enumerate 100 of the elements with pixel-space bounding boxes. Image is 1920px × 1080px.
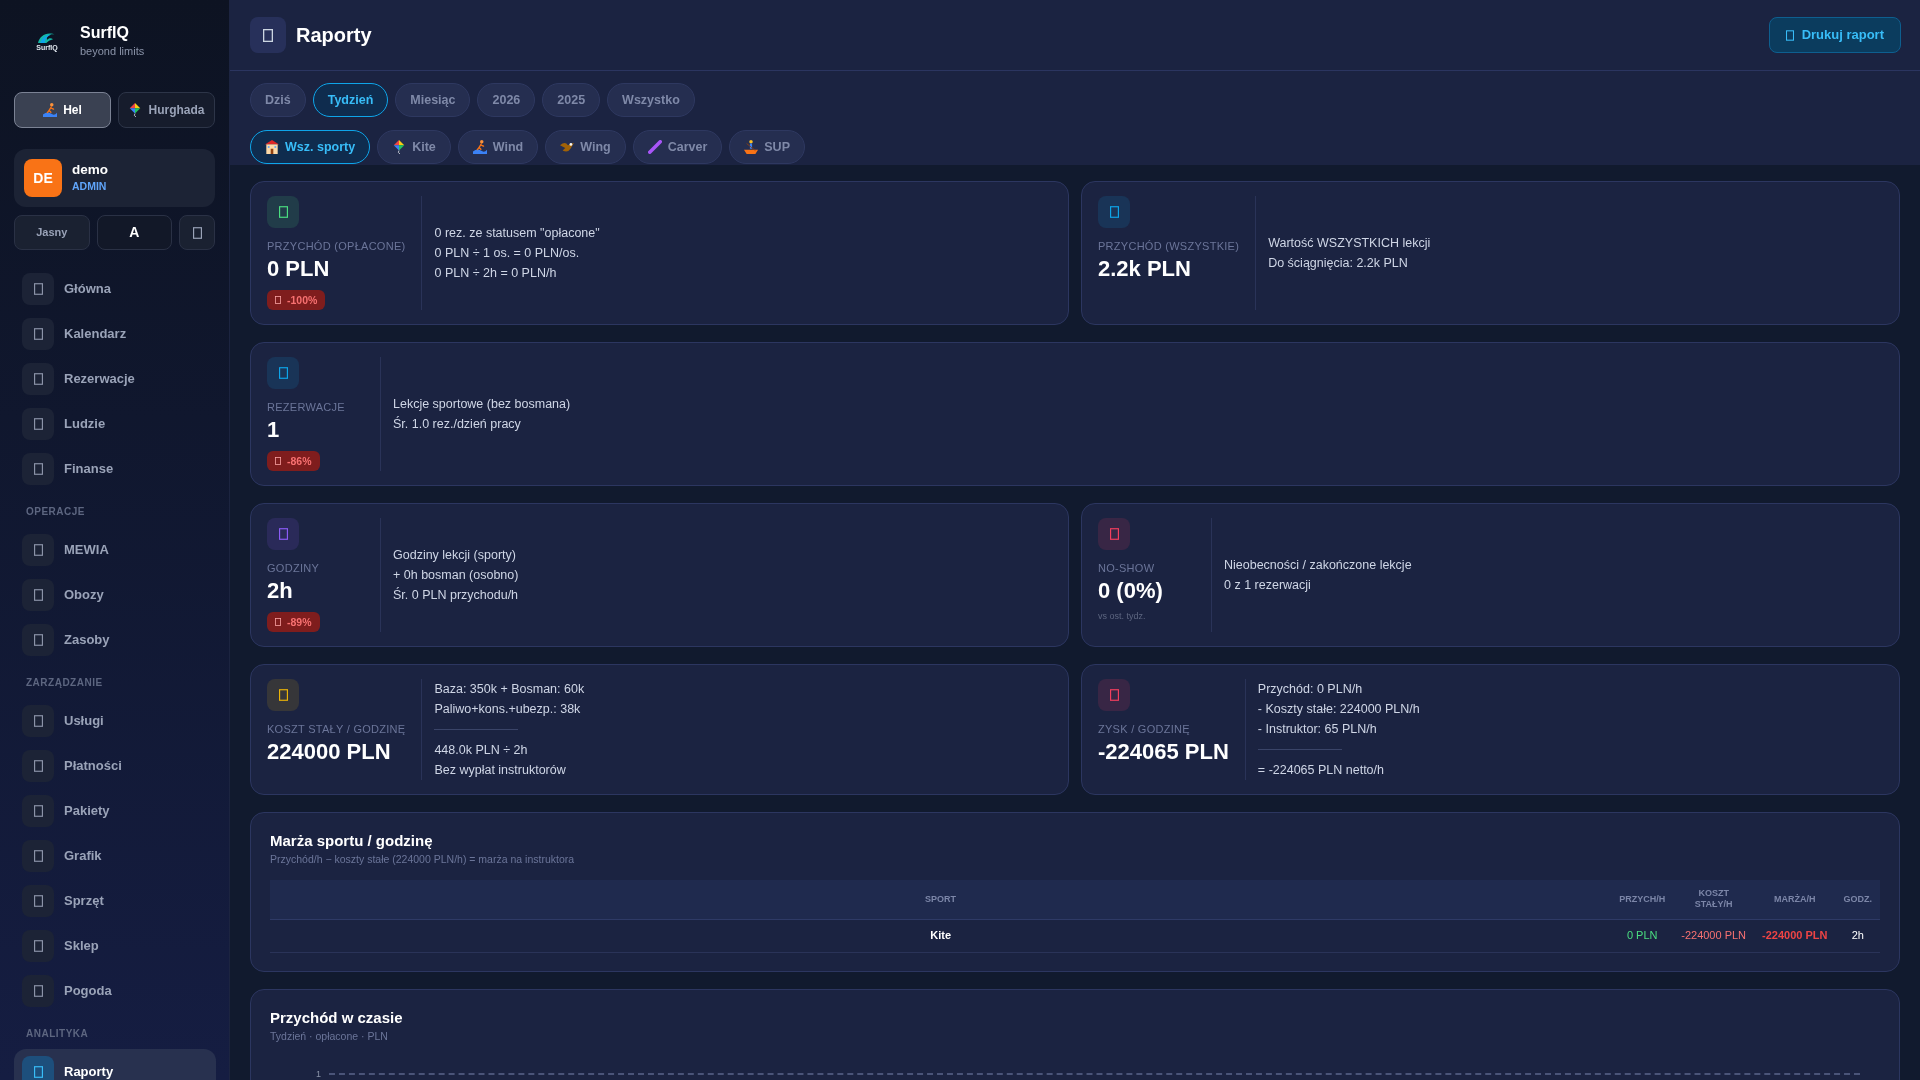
building-icon [265,140,279,154]
nav-item[interactable]: Raporty [14,1049,216,1080]
detail-line: Bez wypłat instruktorów [434,762,567,779]
rectangle-icon [22,623,54,656]
filter-chip[interactable]: Carver [632,130,723,164]
table-cell: -224000 PLN [1673,919,1755,952]
detail-line: Śr. 0 PLN przychodu/h [393,586,519,604]
detail-line: 0 PLN ÷ 2h = 0 PLN/h [434,265,558,282]
section-heading: ANALITYKA [25,1027,90,1041]
rectangle-icon [22,317,54,350]
section-heading: OPERACJE [25,505,86,519]
chart-subtitle: Tydzień · opłacone · PLN [270,1028,389,1044]
rectangle-icon [22,794,54,827]
location-button[interactable]: Hel [14,92,111,128]
rectangle-icon [22,974,54,1007]
table-cell: -224000 PLN [1754,919,1836,952]
nav-item[interactable]: MEWIA [14,527,216,572]
rectangle-icon [22,578,54,611]
nav-item[interactable]: Usługi [14,698,216,743]
rectangle-icon [275,296,281,304]
column-header: MARŻA/H [1754,880,1836,919]
filter-chip[interactable]: Wszystko [607,83,695,117]
filter-chip[interactable]: 2025 [542,83,601,117]
kite-icon [128,103,143,117]
detail-line: Przychód: 0 PLN/h [1257,681,1364,698]
stat-label: GODZINY [267,561,320,576]
filter-chip[interactable]: Wing [545,130,626,164]
rectangle-icon [1785,29,1794,41]
theme-button[interactable]: A [96,215,173,250]
rectangle-icon [22,704,54,737]
filter-chip[interactable]: Wind [457,130,539,164]
nav-item[interactable]: Grafik [14,833,216,878]
nav-item[interactable]: Kalendarz [14,311,216,356]
stat-label: ZYSK / GODZINĘ [1098,722,1190,737]
nav-item[interactable]: Płatności [14,743,216,788]
filter-chip[interactable]: SUP [729,130,805,164]
nav-item[interactable]: Pogoda [14,968,216,1013]
nav-item[interactable]: Sprzęt [14,878,216,923]
stat-value: 2h [267,577,293,605]
column-header: PRZYCH/H [1611,880,1674,919]
detail-line: Godziny lekcji (sporty) [393,547,517,564]
column-header: SPORT [270,880,1612,919]
detail-line: Lekcje sportowe (bez bosmana) [393,396,571,413]
stat-value: 1 [267,416,280,444]
stat-label: PRZYCHÓD (WSZYSTKIE) [1098,239,1240,254]
stat-label: PRZYCHÓD (OPŁACONE) [267,239,406,254]
location-button[interactable]: Hurghada [118,92,215,128]
user-role: ADMIN [72,179,108,194]
rectangle-icon [22,452,54,485]
detail-line: 0 rez. ze statusem "opłacone" [434,225,600,242]
rectangle-icon [22,362,54,395]
nav-item[interactable]: Obozy [14,572,216,617]
theme-button[interactable]: Jasny [14,215,90,250]
surfer-icon [472,140,487,154]
stat-value: 224000 PLN [267,738,391,766]
stat-label: KOSZT STAŁY / GODZINĘ [267,722,406,737]
nav-item[interactable]: Finanse [14,446,216,491]
nav-item[interactable]: Rezerwacje [14,356,216,401]
bird-icon [560,140,575,154]
filter-chip[interactable]: Kite [377,130,451,164]
rectangle-icon [22,749,54,782]
table-cell: 0 PLN [1611,919,1674,952]
filter-chip[interactable]: Wsz. sporty [250,130,371,164]
detail-line: - Koszty stałe: 224000 PLN/h [1257,701,1420,718]
stat-value: 0 PLN [267,255,330,283]
icon-button[interactable] [179,215,215,250]
kite-icon [392,140,407,154]
rectangle-icon [22,929,54,962]
filter-chip[interactable]: Miesiąc [395,83,471,117]
detail-line: 0 z 1 rezerwacji [1224,577,1312,594]
rectangle-icon [22,1055,54,1080]
rectangle-icon [275,618,281,626]
axis-tick-label: 1 [316,1068,321,1079]
detail-line: Baza: 350k + Bosman: 60k [434,681,585,698]
detail-line: = -224065 PLN netto/h [1257,762,1385,779]
table-cell: 2h [1835,919,1880,952]
nav-item[interactable]: Sklep [14,923,216,968]
table-cell: Kite [270,919,1612,952]
print-button[interactable]: Drukuj raport [1768,17,1901,53]
filter-chip[interactable]: Dziś [250,83,306,117]
rectangle-icon [22,839,54,872]
surfer-icon [43,103,58,117]
brand-name: SurfIQ [80,23,130,43]
rectangle-icon [250,17,286,53]
nav-item[interactable]: Główna [14,266,216,311]
filter-chip[interactable]: 2026 [477,83,536,117]
rectangle-icon [22,407,54,440]
avatar-initials: DE [24,159,62,197]
rectangle-icon [22,533,54,566]
detail-line: + 0h bosman (osobno) [393,567,519,584]
nav-item[interactable]: Ludzie [14,401,216,446]
filter-chip[interactable]: Tydzień [312,83,389,117]
delta-value: -89% [287,615,312,630]
nav-item[interactable]: Pakiety [14,788,216,833]
delta-value: -100% [287,293,318,308]
nav-item[interactable]: Zasoby [14,617,216,662]
column-header: GODZ. [1835,880,1880,919]
column-header: KOSZT STAŁY/H [1673,880,1755,919]
detail-line: Do ściągnięcia: 2.2k PLN [1268,255,1409,272]
stat-label: NO-SHOW [1098,561,1155,576]
